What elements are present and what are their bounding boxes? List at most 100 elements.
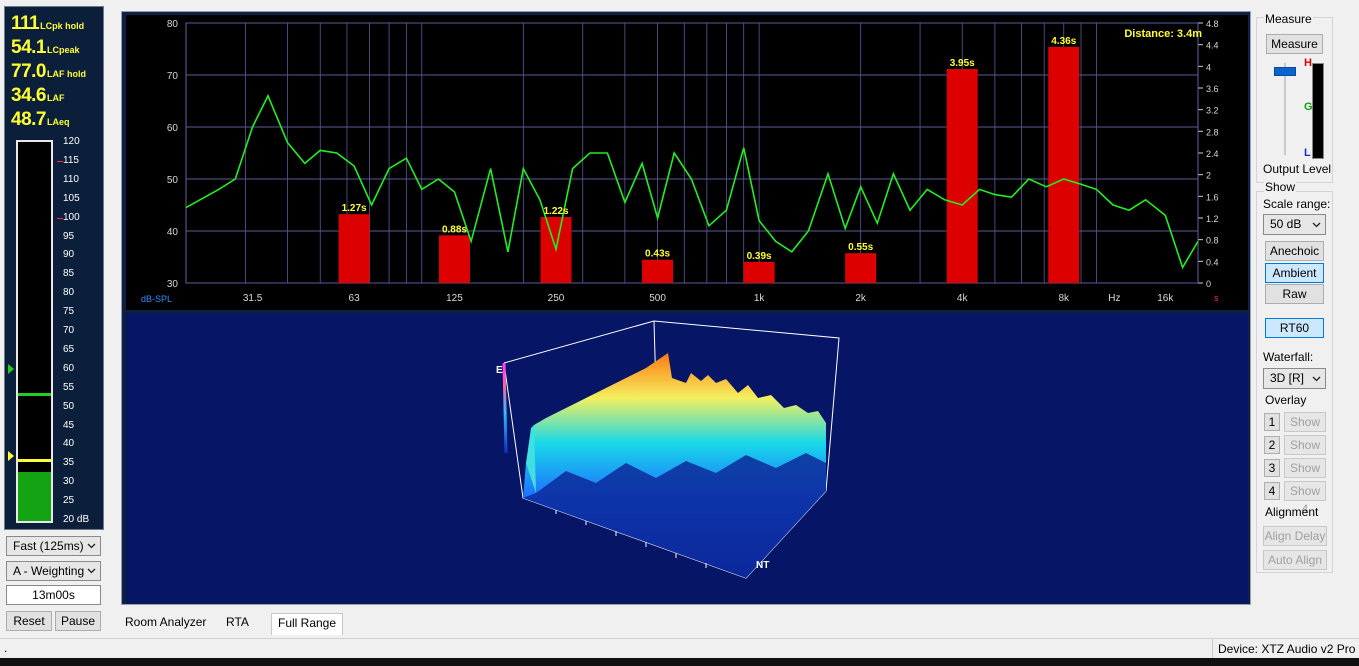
y2-tick-label: 3.6 — [1206, 84, 1219, 94]
rt60-bar-label: 0.55s — [848, 242, 873, 253]
reading-label: LAF — [46, 93, 65, 103]
scale-range-value: 50 dB — [1270, 217, 1302, 231]
distance-annotation: Distance: 3.4m — [1124, 28, 1202, 40]
level-scale-label: 75 — [63, 306, 75, 318]
measure-group-title: Measure — [1264, 12, 1313, 26]
waterfall-mode-value: 3D [R] — [1270, 371, 1305, 385]
level-scale-label: 115 — [63, 154, 79, 166]
rt60-bar — [946, 69, 978, 283]
raw-button[interactable]: Raw — [1265, 284, 1324, 304]
y2-tick-label: 4 — [1206, 62, 1211, 72]
anechoic-button[interactable]: Anechoic — [1265, 241, 1324, 261]
x-tick-label: 63 — [349, 293, 361, 304]
y2-tick-label: 1.2 — [1206, 214, 1219, 224]
show-group-title: Show — [1264, 180, 1297, 194]
y-tick-label: 40 — [167, 227, 179, 238]
level-scale-label: 85 — [63, 268, 75, 280]
level-scale-label: 45 — [63, 419, 75, 431]
y-tick-label: 70 — [167, 71, 179, 82]
weighting-select[interactable]: A - Weighting — [6, 561, 101, 581]
sound-level-meter: 111LCpk hold 54.1LCpeak 77.0LAF hold 34.… — [4, 6, 104, 530]
waterfall-e-label: E — [496, 365, 503, 376]
show-2-button[interactable]: Show 2 — [1284, 435, 1326, 470]
slider-thumb[interactable] — [1274, 67, 1296, 76]
y-tick-label: 50 — [167, 175, 179, 186]
y2-tick-label: 3.2 — [1206, 106, 1219, 116]
level-scale-label: 55 — [63, 381, 75, 393]
output-level-slider[interactable] — [1272, 63, 1298, 155]
ambient-button[interactable]: Ambient — [1265, 263, 1324, 283]
y2-tick-label: 2.8 — [1206, 127, 1219, 137]
y2-tick-label: 2 — [1206, 171, 1211, 181]
chevron-down-icon — [87, 568, 96, 574]
level-scale-label: 120 — [63, 136, 80, 147]
rt60-bar — [338, 214, 370, 283]
overlay-3-button[interactable]: 3 — [1264, 459, 1280, 477]
reading-label: LAF hold — [46, 69, 86, 79]
output-level-label: Output Level — [1263, 162, 1332, 176]
level-bar-fill — [18, 471, 51, 521]
waterfall-select[interactable]: 3D [R] — [1263, 368, 1326, 389]
y2-tick-label: 0.8 — [1206, 236, 1219, 246]
green-marker-icon — [8, 363, 14, 374]
elapsed-time: 13m00s — [6, 585, 101, 605]
reading-value: 54.1 — [11, 37, 46, 58]
scale-range-select[interactable]: 50 dB — [1263, 214, 1326, 235]
tab-full-range[interactable]: Full Range — [271, 613, 344, 635]
reading-label: LCpk hold — [40, 21, 85, 31]
level-current-line — [18, 459, 51, 463]
overlay-4-button[interactable]: 4 — [1264, 482, 1280, 500]
level-scale-label: 105 — [63, 192, 80, 204]
level-scale-label: 70 — [63, 325, 75, 336]
output-level-meter — [1312, 63, 1324, 159]
reading-value: 48.7 — [11, 109, 46, 130]
chevron-down-icon — [87, 543, 96, 549]
overlay-2-button[interactable]: 2 — [1264, 436, 1280, 454]
tab-rta[interactable]: RTA — [220, 613, 255, 633]
y-tick-label: 30 — [167, 279, 179, 290]
rt60-spl-chart[interactable]: 80 70 60 50 40 30 4.8 4.4 4 3.6 3.2 2.8 2.4 2 1.6 1.2 0.… — [126, 15, 1248, 310]
graph-panel: 80 70 60 50 40 30 4.8 4.4 4 3.6 3.2 2.8 2.4 2 1.6 1.2 0.… — [121, 11, 1251, 605]
device-status: Device: XTZ Audio v2 Pro — [1218, 642, 1356, 656]
speed-select[interactable]: Fast (125ms) — [6, 536, 101, 556]
measure-button[interactable]: Measure — [1266, 34, 1323, 54]
level-scale-label: 60 — [63, 362, 75, 374]
align-delay-button[interactable]: Align Delay — [1263, 526, 1327, 546]
level-bar — [16, 140, 53, 523]
show-4-button[interactable]: Show 4 — [1284, 481, 1326, 516]
x-tick-label: 31.5 — [243, 293, 263, 304]
pause-button[interactable]: Pause — [55, 611, 101, 631]
rt60-button[interactable]: RT60 — [1265, 318, 1324, 338]
meter-l-label: L — [1304, 147, 1311, 159]
meter-g-label: G — [1304, 101, 1313, 113]
level-scale-label: 100 — [63, 211, 80, 223]
reading-value: 77.0 — [11, 61, 46, 82]
meter-h-label: H — [1304, 57, 1312, 69]
rt60-bars — [338, 46, 1080, 283]
scale-range-label: Scale range: — [1263, 197, 1331, 211]
reading-value: 34.6 — [11, 85, 46, 106]
rt60-bar — [1048, 46, 1080, 283]
level-scale-label: 40 — [63, 438, 75, 450]
reading-label: LAeq — [46, 117, 70, 127]
reset-button[interactable]: Reset — [6, 611, 52, 631]
level-scale-label: 50 — [63, 400, 75, 412]
spl-curve — [185, 93, 1199, 270]
rt60-bar — [642, 259, 674, 283]
auto-align-button[interactable]: Auto Align — [1263, 550, 1327, 570]
show-1-button[interactable]: Show 1 — [1284, 412, 1326, 447]
level-scale-label: 30 — [63, 476, 75, 488]
overlay-1-button[interactable]: 1 — [1264, 413, 1280, 431]
rt60-bar-label: 4.36s — [1051, 36, 1076, 47]
y-axis-title: dB-SPL — [141, 294, 172, 304]
level-scale-label: 80 — [63, 287, 75, 299]
show-3-button[interactable]: Show 3 — [1284, 458, 1326, 493]
waterfall-nt-label: NT — [756, 560, 769, 571]
rt60-bar — [845, 253, 877, 283]
waterfall-plot[interactable]: E NT — [126, 313, 1248, 603]
level-scale-tick — [57, 160, 63, 162]
rt60-bar-label: 1.22s — [544, 206, 569, 217]
waterfall-color-scale — [502, 362, 508, 454]
tab-room-analyzer[interactable]: Room Analyzer — [119, 613, 212, 633]
level-scale-label: 65 — [63, 343, 75, 355]
